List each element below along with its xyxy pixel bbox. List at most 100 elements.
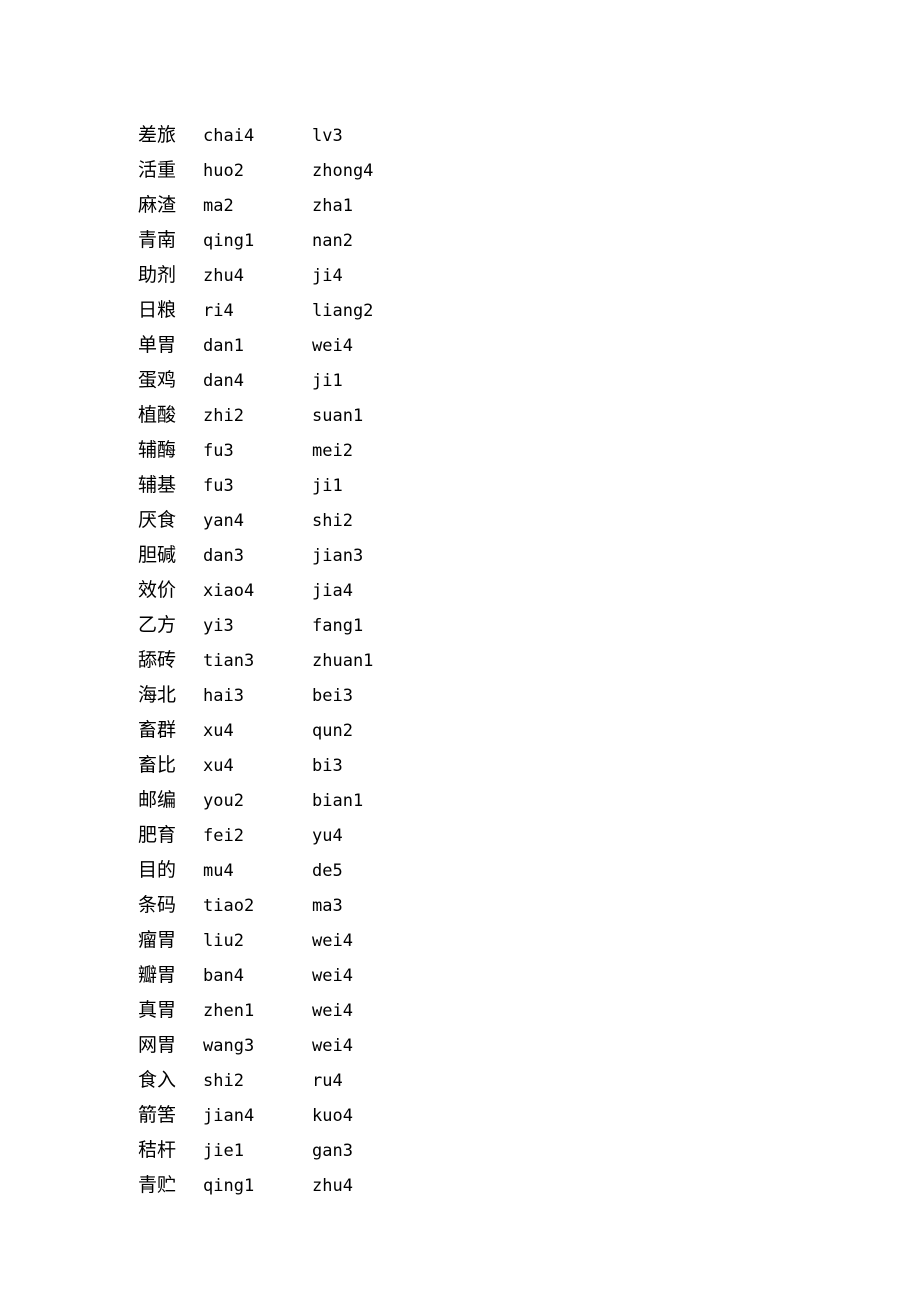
- pinyin-second-cell: de5: [312, 861, 343, 881]
- pinyin-first-cell: qing1: [203, 1176, 255, 1196]
- term-cell: 辅基: [138, 474, 177, 496]
- pinyin-second-cell: bian1: [312, 791, 364, 811]
- pinyin-second-cell: bei3: [312, 686, 353, 706]
- table-row: 网胃 wang3 wei4: [138, 1028, 373, 1063]
- table-row: 舔砖 tian3 zhuan1: [138, 643, 373, 678]
- pinyin-second-cell: liang2: [312, 301, 374, 321]
- pinyin-first-cell: fei2: [203, 826, 244, 846]
- pinyin-first-cell: jie1: [203, 1141, 244, 1161]
- pinyin-first-cell: xiao4: [203, 581, 255, 601]
- pinyin-second-cell: mei2: [312, 441, 353, 461]
- pinyin-second-cell: bi3: [312, 756, 343, 776]
- table-row: 真胃 zhen1 wei4: [138, 993, 373, 1028]
- term-cell: 蛋鸡: [138, 369, 177, 391]
- term-cell: 差旅: [138, 124, 177, 146]
- term-cell: 畜比: [138, 754, 177, 776]
- pinyin-second-cell: wei4: [312, 1001, 353, 1021]
- pinyin-second-cell: jia4: [312, 581, 353, 601]
- pinyin-first-cell: yi3: [203, 616, 234, 636]
- term-cell: 瓣胃: [138, 964, 177, 986]
- pinyin-first-cell: hai3: [203, 686, 244, 706]
- pinyin-second-cell: zhong4: [312, 161, 374, 181]
- pinyin-first-cell: tiao2: [203, 896, 255, 916]
- pinyin-second-cell: suan1: [312, 406, 364, 426]
- pinyin-first-cell: ban4: [203, 966, 244, 986]
- term-cell: 麻渣: [138, 194, 177, 216]
- pinyin-first-cell: you2: [203, 791, 244, 811]
- table-row: 差旅 chai4 lv3: [138, 118, 373, 153]
- term-cell: 助剂: [138, 264, 177, 286]
- pinyin-second-cell: wei4: [312, 931, 353, 951]
- term-cell: 畜群: [138, 719, 177, 741]
- pinyin-first-cell: fu3: [203, 476, 234, 496]
- term-cell: 厌食: [138, 509, 177, 531]
- pinyin-second-cell: nan2: [312, 231, 353, 251]
- table-row: 活重 huo2 zhong4: [138, 153, 373, 188]
- table-row: 秸杆 jie1 gan3: [138, 1133, 373, 1168]
- pinyin-first-cell: chai4: [203, 126, 255, 146]
- term-cell: 舔砖: [138, 649, 177, 671]
- pinyin-first-cell: zhen1: [203, 1001, 255, 1021]
- table-row: 乙方 yi3 fang1: [138, 608, 373, 643]
- pinyin-first-cell: ri4: [203, 301, 234, 321]
- pinyin-second-cell: ru4: [312, 1071, 343, 1091]
- term-cell: 植酸: [138, 404, 177, 426]
- pinyin-second-cell: ma3: [312, 896, 343, 916]
- pinyin-second-cell: kuo4: [312, 1106, 353, 1126]
- pinyin-first-cell: dan3: [203, 546, 244, 566]
- pinyin-second-cell: zha1: [312, 196, 353, 216]
- pinyin-first-cell: zhu4: [203, 266, 244, 286]
- table-row: 瘤胃 liu2 wei4: [138, 923, 373, 958]
- pinyin-first-cell: mu4: [203, 861, 234, 881]
- term-cell: 海北: [138, 684, 177, 706]
- term-cell: 条码: [138, 894, 177, 916]
- pinyin-second-cell: yu4: [312, 826, 343, 846]
- table-row: 肥育 fei2 yu4: [138, 818, 373, 853]
- table-row: 日粮 ri4 liang2: [138, 293, 373, 328]
- pinyin-second-cell: wei4: [312, 966, 353, 986]
- term-cell: 秸杆: [138, 1139, 177, 1161]
- pinyin-first-cell: xu4: [203, 721, 234, 741]
- vocabulary-table-body: 差旅 chai4 lv3 活重 huo2 zhong4 麻渣 ma2 zha1 青南 qing1 na…: [138, 118, 373, 1203]
- pinyin-first-cell: qing1: [203, 231, 255, 251]
- pinyin-first-cell: fu3: [203, 441, 234, 461]
- term-cell: 肥育: [138, 824, 177, 846]
- table-row: 青贮 qing1 zhu4: [138, 1168, 373, 1203]
- pinyin-second-cell: zhuan1: [312, 651, 374, 671]
- term-cell: 瘤胃: [138, 929, 177, 951]
- pinyin-first-cell: wang3: [203, 1036, 255, 1056]
- table-row: 海北 hai3 bei3: [138, 678, 373, 713]
- pinyin-second-cell: jian3: [312, 546, 364, 566]
- pinyin-second-cell: wei4: [312, 1036, 353, 1056]
- term-cell: 邮编: [138, 789, 177, 811]
- term-cell: 青南: [138, 229, 177, 251]
- document-page: 差旅 chai4 lv3 活重 huo2 zhong4 麻渣 ma2 zha1 青南 qing1 na…: [0, 0, 920, 1302]
- pinyin-second-cell: fang1: [312, 616, 364, 636]
- term-cell: 目的: [138, 859, 177, 881]
- table-row: 畜群 xu4 qun2: [138, 713, 373, 748]
- table-row: 食入 shi2 ru4: [138, 1063, 373, 1098]
- pinyin-first-cell: ma2: [203, 196, 234, 216]
- table-row: 植酸 zhi2 suan1: [138, 398, 373, 433]
- table-row: 瓣胃 ban4 wei4: [138, 958, 373, 993]
- term-cell: 效价: [138, 579, 177, 601]
- pinyin-second-cell: lv3: [312, 126, 343, 146]
- pinyin-first-cell: liu2: [203, 931, 244, 951]
- term-cell: 单胃: [138, 334, 177, 356]
- pinyin-second-cell: ji1: [312, 371, 343, 391]
- term-cell: 食入: [138, 1069, 177, 1091]
- pinyin-first-cell: jian4: [203, 1106, 255, 1126]
- table-row: 辅酶 fu3 mei2: [138, 433, 373, 468]
- table-row: 单胃 dan1 wei4: [138, 328, 373, 363]
- term-cell: 日粮: [138, 299, 177, 321]
- table-row: 胆碱 dan3 jian3: [138, 538, 373, 573]
- table-row: 蛋鸡 dan4 ji1: [138, 363, 373, 398]
- vocabulary-table: 差旅 chai4 lv3 活重 huo2 zhong4 麻渣 ma2 zha1 青南 qing1 na…: [138, 118, 373, 1203]
- pinyin-first-cell: tian3: [203, 651, 255, 671]
- pinyin-first-cell: yan4: [203, 511, 244, 531]
- pinyin-second-cell: ji4: [312, 266, 343, 286]
- table-row: 麻渣 ma2 zha1: [138, 188, 373, 223]
- term-cell: 青贮: [138, 1174, 177, 1196]
- table-row: 辅基 fu3 ji1: [138, 468, 373, 503]
- term-cell: 乙方: [138, 614, 177, 636]
